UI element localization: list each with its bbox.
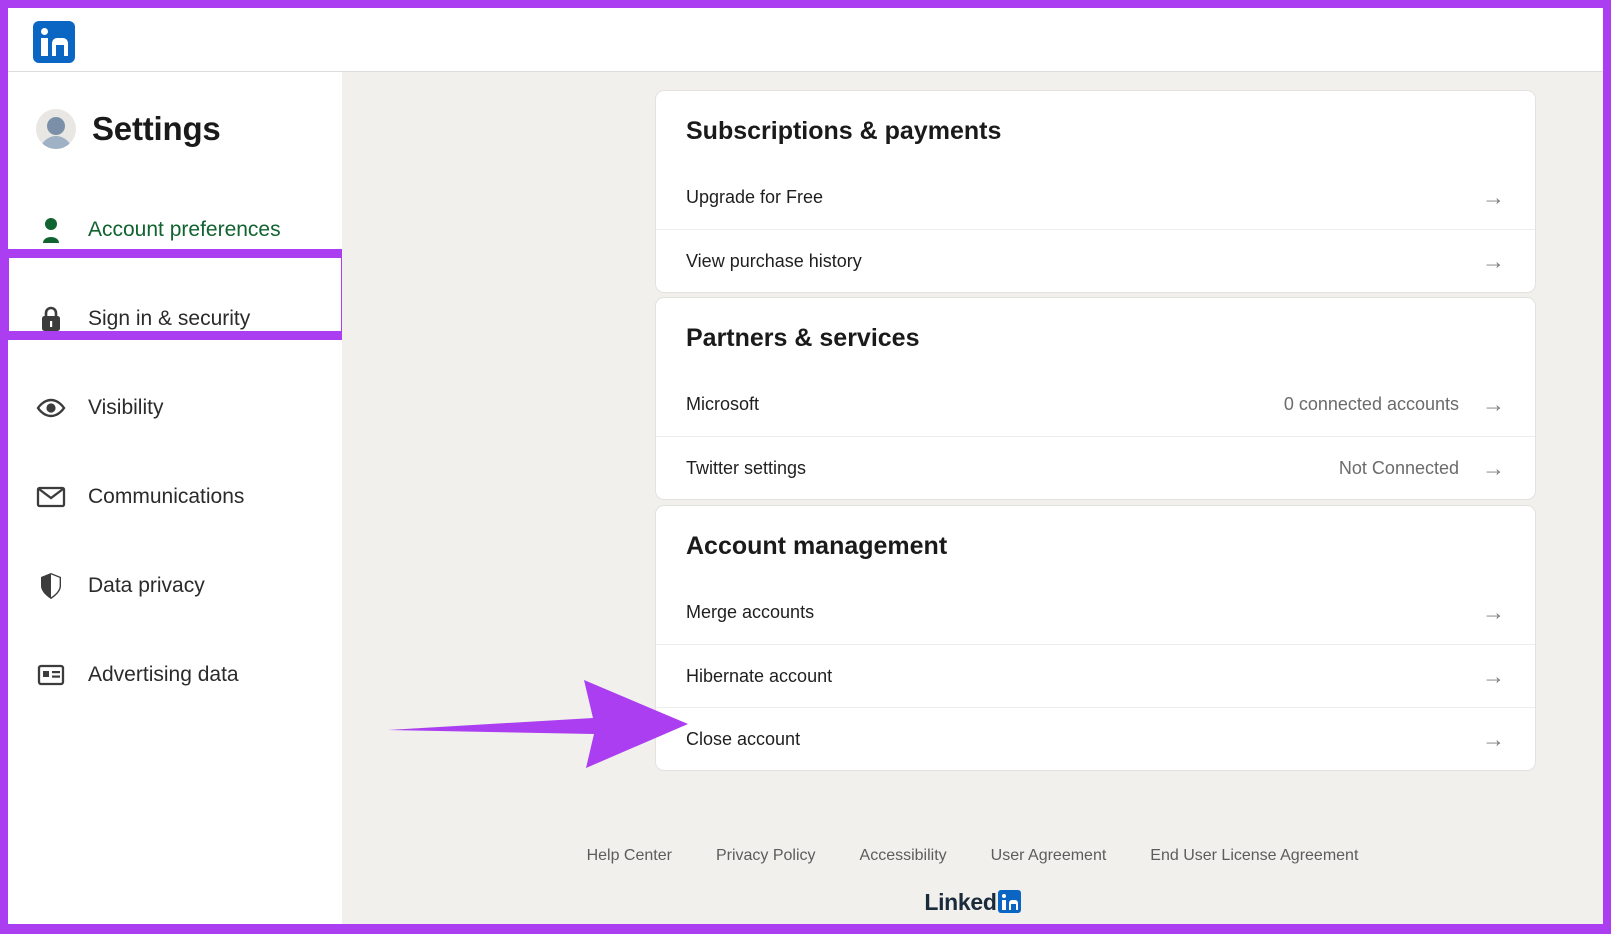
envelope-icon xyxy=(36,482,66,512)
sidebar-item-label: Advertising data xyxy=(88,663,239,687)
settings-main-panel: Subscriptions & payments Upgrade for Fre… xyxy=(342,72,1603,924)
row-label: View purchase history xyxy=(686,251,1479,272)
row-upgrade-for-free[interactable]: Upgrade for Free → xyxy=(656,166,1535,229)
card-title: Account management xyxy=(656,506,1535,581)
row-label: Hibernate account xyxy=(686,666,1479,687)
footer-link-accessibility[interactable]: Accessibility xyxy=(860,847,947,865)
row-value: 0 connected accounts xyxy=(1284,394,1459,415)
ad-card-icon xyxy=(36,660,66,690)
row-label: Twitter settings xyxy=(686,458,1339,479)
settings-nav: Account preferences Sign in & security xyxy=(8,185,342,719)
sidebar-item-visibility[interactable]: Visibility xyxy=(8,363,342,452)
sidebar-item-label: Account preferences xyxy=(88,218,281,242)
row-close-account[interactable]: Close account → xyxy=(656,707,1535,770)
arrow-right-icon: → xyxy=(1479,250,1505,273)
row-merge-accounts[interactable]: Merge accounts → xyxy=(656,581,1535,644)
row-label: Upgrade for Free xyxy=(686,187,1479,208)
card-partners-services: Partners & services Microsoft 0 connecte… xyxy=(655,297,1536,500)
user-avatar-icon[interactable] xyxy=(36,109,76,149)
linkedin-wordmark-icon: Linked xyxy=(342,883,1603,913)
sidebar-item-advertising-data[interactable]: Advertising data xyxy=(8,630,342,719)
card-title: Subscriptions & payments xyxy=(656,91,1535,166)
arrow-right-icon: → xyxy=(1479,601,1505,624)
shield-icon xyxy=(36,571,66,601)
card-title: Partners & services xyxy=(656,298,1535,373)
annotated-screenshot-frame: Settings Account preferences xyxy=(0,0,1611,934)
footer-link-user-agreement[interactable]: User Agreement xyxy=(991,847,1107,865)
sidebar-item-account-preferences[interactable]: Account preferences xyxy=(8,185,342,274)
person-icon xyxy=(36,215,66,245)
settings-header: Settings xyxy=(8,72,342,185)
card-account-management: Account management Merge accounts → Hibe… xyxy=(655,505,1536,771)
row-view-purchase-history[interactable]: View purchase history → xyxy=(656,229,1535,292)
lock-icon xyxy=(36,304,66,334)
sidebar-item-label: Data privacy xyxy=(88,574,205,598)
sidebar-item-communications[interactable]: Communications xyxy=(8,452,342,541)
arrow-right-icon: → xyxy=(1479,728,1505,751)
sidebar-item-label: Sign in & security xyxy=(88,307,250,331)
arrow-right-icon: → xyxy=(1479,457,1505,480)
row-microsoft[interactable]: Microsoft 0 connected accounts → xyxy=(656,373,1535,436)
row-twitter-settings[interactable]: Twitter settings Not Connected → xyxy=(656,436,1535,499)
arrow-right-icon: → xyxy=(1479,393,1505,416)
row-hibernate-account[interactable]: Hibernate account → xyxy=(656,644,1535,707)
footer-link-end-user-license-agreement[interactable]: End User License Agreement xyxy=(1150,847,1358,865)
footer-link-help-center[interactable]: Help Center xyxy=(587,847,672,865)
page-title: Settings xyxy=(92,110,221,148)
arrow-right-icon: → xyxy=(1479,186,1505,209)
linkedin-logo-icon[interactable] xyxy=(33,21,75,63)
row-label: Close account xyxy=(686,729,1479,750)
sidebar-item-label: Visibility xyxy=(88,396,163,420)
sidebar-item-data-privacy[interactable]: Data privacy xyxy=(8,541,342,630)
row-label: Microsoft xyxy=(686,394,1284,415)
wordmark-text: Linked xyxy=(924,891,996,913)
arrow-right-icon: → xyxy=(1479,665,1505,688)
sidebar-item-label: Communications xyxy=(88,485,244,509)
row-label: Merge accounts xyxy=(686,602,1479,623)
footer-link-privacy-policy[interactable]: Privacy Policy xyxy=(716,847,816,865)
row-value: Not Connected xyxy=(1339,458,1459,479)
settings-sidebar: Settings Account preferences xyxy=(8,72,342,924)
footer-links: Help Center Privacy Policy Accessibility… xyxy=(342,847,1603,865)
sidebar-item-sign-in-security[interactable]: Sign in & security xyxy=(8,274,342,363)
eye-icon xyxy=(36,393,66,423)
page-footer: Help Center Privacy Policy Accessibility… xyxy=(342,847,1603,913)
global-navbar xyxy=(8,8,1603,72)
wordmark-in-box xyxy=(998,890,1021,913)
card-subscriptions-payments: Subscriptions & payments Upgrade for Fre… xyxy=(655,90,1536,293)
page-body: Settings Account preferences xyxy=(8,72,1603,924)
